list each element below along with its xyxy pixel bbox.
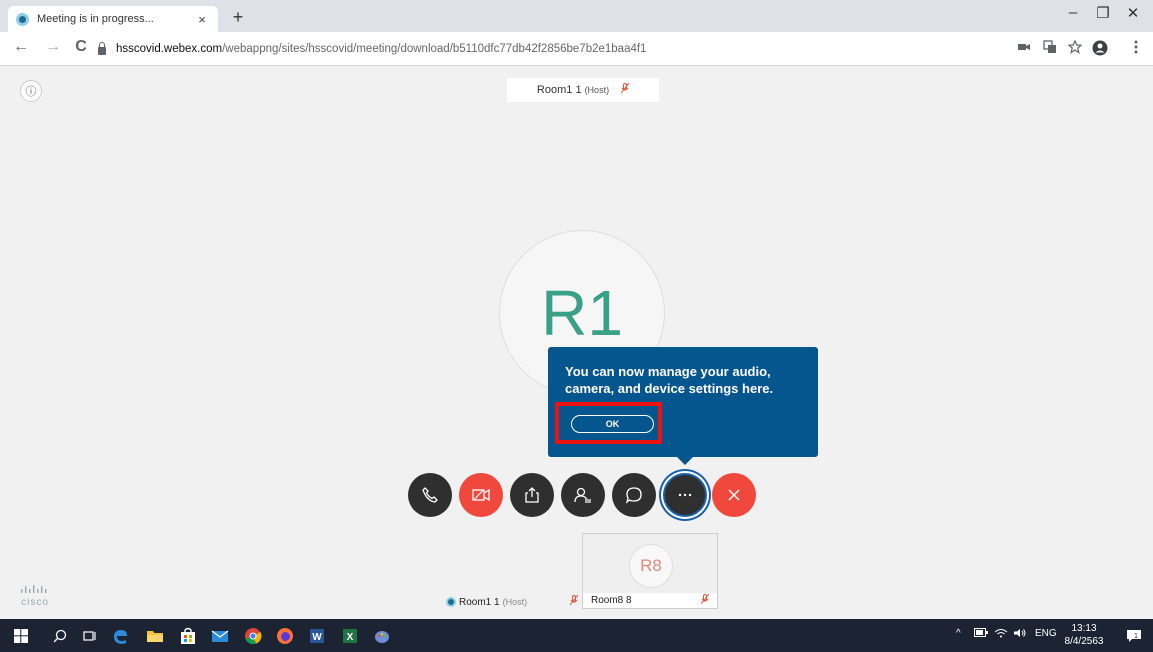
mail-icon[interactable] bbox=[210, 626, 230, 646]
webex-favicon-icon bbox=[16, 12, 29, 26]
window-close-button[interactable]: ✕ bbox=[1118, 4, 1148, 22]
webex-status-icon bbox=[446, 597, 456, 607]
clock-time: 13:13 bbox=[1071, 623, 1097, 634]
windows-taskbar: W X ^ ENG 13:13 8/4/2563 1 bbox=[0, 619, 1153, 652]
tray-chevron-icon[interactable]: ^ bbox=[956, 628, 961, 639]
restore-button[interactable]: ❐ bbox=[1088, 4, 1118, 22]
video-off-icon bbox=[472, 488, 490, 502]
excel-icon[interactable]: X bbox=[340, 626, 360, 646]
taskbar-clock[interactable]: 13:13 8/4/2563 bbox=[1060, 622, 1108, 648]
translate-icon[interactable] bbox=[1041, 40, 1059, 57]
tooltip-arrow bbox=[677, 457, 693, 465]
battery-icon[interactable] bbox=[974, 628, 988, 640]
svg-text:1: 1 bbox=[1134, 633, 1138, 640]
new-tab-button[interactable]: + bbox=[228, 7, 248, 28]
phone-icon bbox=[422, 487, 438, 503]
forward-button[interactable]: → bbox=[42, 38, 64, 56]
participant-mic-muted-icon bbox=[700, 593, 710, 608]
speaker-role: (Host) bbox=[584, 85, 610, 95]
chat-button[interactable] bbox=[612, 473, 656, 517]
tab-close-icon[interactable]: × bbox=[194, 12, 210, 27]
more-icon bbox=[678, 493, 692, 497]
url-text: hsscovid.webex.com/webappng/sites/hsscov… bbox=[116, 43, 647, 55]
audio-button[interactable] bbox=[408, 473, 452, 517]
ok-highlight-box: OK bbox=[555, 402, 662, 444]
address-bar[interactable]: hsscovid.webex.com/webappng/sites/hsscov… bbox=[98, 37, 1008, 61]
cisco-wordmark: cisco bbox=[21, 597, 49, 608]
bookmark-star-icon[interactable] bbox=[1066, 39, 1084, 57]
meeting-info-icon[interactable]: ⓘ bbox=[20, 80, 42, 102]
self-view-label: Room1 1 (Host) bbox=[446, 594, 581, 609]
paint-icon[interactable] bbox=[372, 626, 392, 646]
browser-tab-strip: Meeting is in progress... × + – ❐ ✕ bbox=[0, 0, 1153, 32]
file-explorer-icon[interactable] bbox=[145, 626, 165, 646]
profile-icon[interactable] bbox=[1091, 40, 1109, 59]
share-button[interactable] bbox=[510, 473, 554, 517]
share-icon bbox=[525, 487, 539, 503]
svg-text:W: W bbox=[312, 632, 322, 643]
mic-muted-icon bbox=[620, 82, 630, 97]
camera-indicator-icon[interactable] bbox=[1015, 40, 1033, 55]
self-mic-muted-icon bbox=[569, 594, 579, 609]
minimize-button[interactable]: – bbox=[1058, 4, 1088, 21]
tab-title: Meeting is in progress... bbox=[37, 13, 154, 25]
participant-thumbnail[interactable]: R8 Room8 8 bbox=[582, 533, 718, 609]
language-indicator[interactable]: ENG bbox=[1035, 628, 1057, 639]
leave-button[interactable] bbox=[712, 473, 756, 517]
menu-kebab-icon[interactable] bbox=[1127, 40, 1145, 57]
wifi-icon[interactable] bbox=[994, 628, 1008, 641]
firefox-icon[interactable] bbox=[275, 626, 295, 646]
participants-icon bbox=[574, 487, 591, 503]
participant-avatar: R8 bbox=[629, 544, 673, 588]
chrome-icon[interactable] bbox=[243, 626, 263, 646]
close-icon bbox=[728, 489, 740, 501]
edge-browser-icon[interactable] bbox=[110, 626, 130, 646]
task-view-icon[interactable] bbox=[80, 626, 100, 646]
speaker-name: Room1 1 bbox=[536, 84, 582, 96]
search-icon[interactable] bbox=[50, 626, 70, 646]
svg-text:X: X bbox=[347, 632, 354, 643]
clock-date: 8/4/2563 bbox=[1064, 636, 1104, 647]
cisco-bars-icon bbox=[20, 585, 50, 597]
browser-tab[interactable]: Meeting is in progress... × bbox=[8, 6, 218, 32]
word-icon[interactable]: W bbox=[307, 626, 327, 646]
chat-icon bbox=[625, 487, 642, 504]
store-icon[interactable] bbox=[178, 626, 198, 646]
tooltip-ok-button[interactable]: OK bbox=[571, 415, 654, 433]
self-name: Room1 1 bbox=[459, 596, 500, 608]
meeting-controls bbox=[408, 473, 758, 519]
reload-button[interactable]: C bbox=[70, 38, 92, 56]
participant-name: Room8 8 bbox=[591, 595, 632, 606]
active-speaker-label: Room1 1 (Host) bbox=[507, 78, 659, 102]
lock-icon bbox=[98, 42, 106, 55]
settings-tooltip: You can now manage your audio, camera, a… bbox=[548, 347, 818, 465]
cisco-logo: cisco bbox=[20, 585, 50, 608]
volume-icon[interactable] bbox=[1013, 628, 1027, 641]
notification-center-icon[interactable]: 1 bbox=[1124, 626, 1144, 646]
participant-name-bar: Room8 8 bbox=[583, 593, 717, 608]
windows-start-icon[interactable] bbox=[11, 626, 31, 646]
back-button[interactable]: ← bbox=[10, 38, 32, 56]
browser-toolbar: ← → C hsscovid.webex.com/webappng/sites/… bbox=[0, 32, 1153, 66]
more-button[interactable] bbox=[663, 473, 707, 517]
meeting-stage: ⓘ Room1 1 (Host) R1 You can now manage y… bbox=[0, 67, 1153, 619]
tooltip-message: You can now manage your audio, camera, a… bbox=[565, 364, 774, 396]
self-role: (Host) bbox=[502, 597, 528, 607]
video-button[interactable] bbox=[459, 473, 503, 517]
participants-button[interactable] bbox=[561, 473, 605, 517]
